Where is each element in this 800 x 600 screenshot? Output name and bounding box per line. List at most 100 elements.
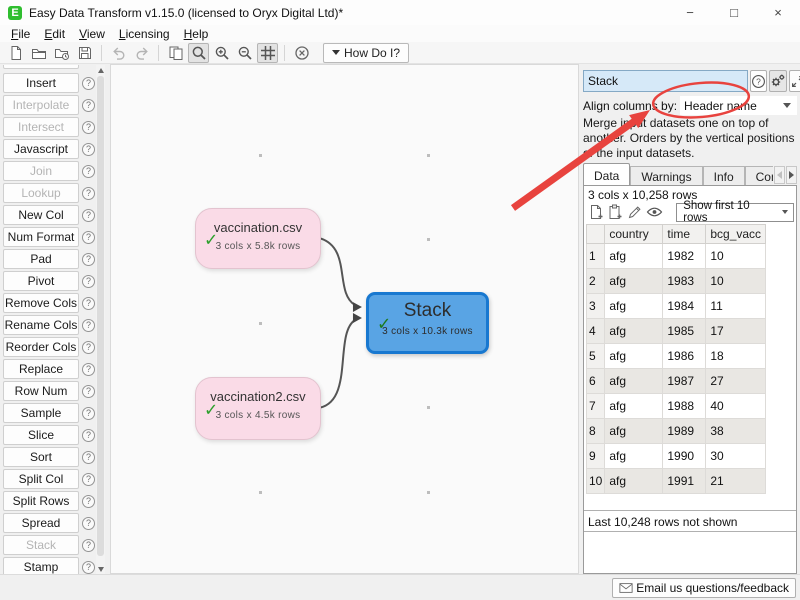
table-cell[interactable]: 1982 xyxy=(663,244,706,269)
transform-button-pad[interactable]: Pad xyxy=(3,249,79,269)
transform-button-split-rows[interactable]: Split Rows xyxy=(3,491,79,511)
cancel-button[interactable] xyxy=(291,43,312,63)
transform-button-intersect[interactable]: Intersect xyxy=(3,117,79,137)
maximize-button[interactable]: □ xyxy=(712,0,756,25)
transform-button-row-num[interactable]: Row Num xyxy=(3,381,79,401)
row-number-cell[interactable]: 9 xyxy=(587,444,605,469)
table-cell[interactable]: afg xyxy=(605,369,663,394)
table-cell[interactable]: 27 xyxy=(706,369,766,394)
table-cell[interactable]: 17 xyxy=(706,319,766,344)
row-number-cell[interactable]: 2 xyxy=(587,269,605,294)
help-icon[interactable]: ? xyxy=(82,407,95,420)
row-number-cell[interactable]: 8 xyxy=(587,419,605,444)
transform-button-javascript[interactable]: Javascript xyxy=(3,139,79,159)
row-number-cell[interactable]: 5 xyxy=(587,344,605,369)
menu-edit[interactable]: Edit xyxy=(37,27,72,41)
help-icon[interactable]: ? xyxy=(82,165,95,178)
help-icon[interactable]: ? xyxy=(82,297,95,310)
transform-button-remove-cols[interactable]: Remove Cols xyxy=(3,293,79,313)
table-cell[interactable]: afg xyxy=(605,444,663,469)
help-icon[interactable]: ? xyxy=(82,187,95,200)
email-feedback-button[interactable]: Email us questions/feedback xyxy=(612,578,796,598)
help-icon[interactable]: ? xyxy=(82,231,95,244)
tab-info[interactable]: Info xyxy=(703,166,745,186)
open-recent-button[interactable] xyxy=(51,43,72,63)
zoom-in-button[interactable] xyxy=(211,43,232,63)
transform-button-num-format[interactable]: Num Format xyxy=(3,227,79,247)
transform-button-rename-cols[interactable]: Rename Cols xyxy=(3,315,79,335)
menu-help[interactable]: Help xyxy=(177,27,216,41)
close-button[interactable]: × xyxy=(756,0,800,25)
search-button[interactable] xyxy=(188,43,209,63)
edit-button[interactable] xyxy=(625,203,645,222)
table-cell[interactable]: 1984 xyxy=(663,294,706,319)
row-number-cell[interactable]: 3 xyxy=(587,294,605,319)
settings-button[interactable] xyxy=(769,70,787,92)
table-cell[interactable]: 1989 xyxy=(663,419,706,444)
table-cell[interactable]: afg xyxy=(605,344,663,369)
zoom-out-button[interactable] xyxy=(234,43,255,63)
transform-button-interpolate[interactable]: Interpolate xyxy=(3,95,79,115)
help-icon[interactable]: ? xyxy=(82,517,95,530)
help-icon[interactable]: ? xyxy=(82,495,95,508)
help-icon[interactable]: ? xyxy=(82,473,95,486)
node-stack[interactable]: ✓ Stack 3 cols x 10.3k rows xyxy=(366,292,489,354)
help-icon[interactable]: ? xyxy=(82,385,95,398)
scroll-down-button[interactable] xyxy=(96,564,105,574)
help-icon[interactable]: ? xyxy=(82,143,95,156)
table-cell[interactable]: 1985 xyxy=(663,319,706,344)
align-columns-select[interactable]: Header name xyxy=(680,96,797,115)
duplicate-button[interactable] xyxy=(165,43,186,63)
menu-licensing[interactable]: Licensing xyxy=(112,27,177,41)
column-header-country[interactable]: country xyxy=(605,225,663,244)
table-cell[interactable]: afg xyxy=(605,244,663,269)
undo-button[interactable] xyxy=(108,43,129,63)
tab-scroll-left-button[interactable] xyxy=(774,166,785,184)
node-name-input[interactable] xyxy=(583,70,748,92)
pipeline-canvas[interactable]: ✓ vaccination.csv 3 cols x 5.8k rows ✓ S… xyxy=(110,64,579,574)
table-cell[interactable]: 10 xyxy=(706,269,766,294)
column-header-time[interactable]: time xyxy=(663,225,706,244)
table-cell[interactable]: 1986 xyxy=(663,344,706,369)
menu-file[interactable]: File xyxy=(4,27,37,41)
help-icon[interactable]: ? xyxy=(82,429,95,442)
grid-button[interactable] xyxy=(257,43,278,63)
transform-button-replace[interactable]: Replace xyxy=(3,359,79,379)
table-cell[interactable]: afg xyxy=(605,394,663,419)
help-icon[interactable]: ? xyxy=(82,319,95,332)
how-do-i-button[interactable]: How Do I? xyxy=(323,43,409,63)
transform-button-stack[interactable]: Stack xyxy=(3,535,79,555)
row-number-cell[interactable]: 4 xyxy=(587,319,605,344)
transform-button-reorder-cols[interactable]: Reorder Cols xyxy=(3,337,79,357)
menu-view[interactable]: View xyxy=(72,27,112,41)
table-cell[interactable]: 1991 xyxy=(663,469,706,494)
help-icon[interactable]: ? xyxy=(82,77,95,90)
row-number-cell[interactable]: 7 xyxy=(587,394,605,419)
transform-button-join[interactable]: Join xyxy=(3,161,79,181)
table-cell[interactable]: 1990 xyxy=(663,444,706,469)
sidebar-clipped-button[interactable] xyxy=(3,65,79,69)
help-button[interactable]: ? xyxy=(750,70,767,92)
transform-button-stamp[interactable]: Stamp xyxy=(3,557,79,574)
redo-button[interactable] xyxy=(131,43,152,63)
view-button[interactable] xyxy=(645,203,665,222)
sidebar-scrollbar[interactable] xyxy=(96,65,105,574)
transform-button-lookup[interactable]: Lookup xyxy=(3,183,79,203)
scrollbar-thumb[interactable] xyxy=(97,76,104,556)
help-icon[interactable]: ? xyxy=(82,561,95,574)
help-icon[interactable]: ? xyxy=(82,451,95,464)
transform-button-slice[interactable]: Slice xyxy=(3,425,79,445)
table-cell[interactable]: 10 xyxy=(706,244,766,269)
table-cell[interactable]: 1987 xyxy=(663,369,706,394)
transform-button-pivot[interactable]: Pivot xyxy=(3,271,79,291)
table-cell[interactable]: 30 xyxy=(706,444,766,469)
table-cell[interactable]: 38 xyxy=(706,419,766,444)
new-file-button[interactable] xyxy=(5,43,26,63)
node-vaccination2-csv[interactable]: ✓ vaccination2.csv 3 cols x 4.5k rows xyxy=(195,377,321,440)
scroll-up-button[interactable] xyxy=(96,65,105,75)
data-table[interactable]: countrytimebcg_vacc1afg1982102afg1983103… xyxy=(586,224,766,494)
transform-button-spread[interactable]: Spread xyxy=(3,513,79,533)
help-icon[interactable]: ? xyxy=(82,539,95,552)
help-icon[interactable]: ? xyxy=(82,341,95,354)
table-cell[interactable]: afg xyxy=(605,319,663,344)
